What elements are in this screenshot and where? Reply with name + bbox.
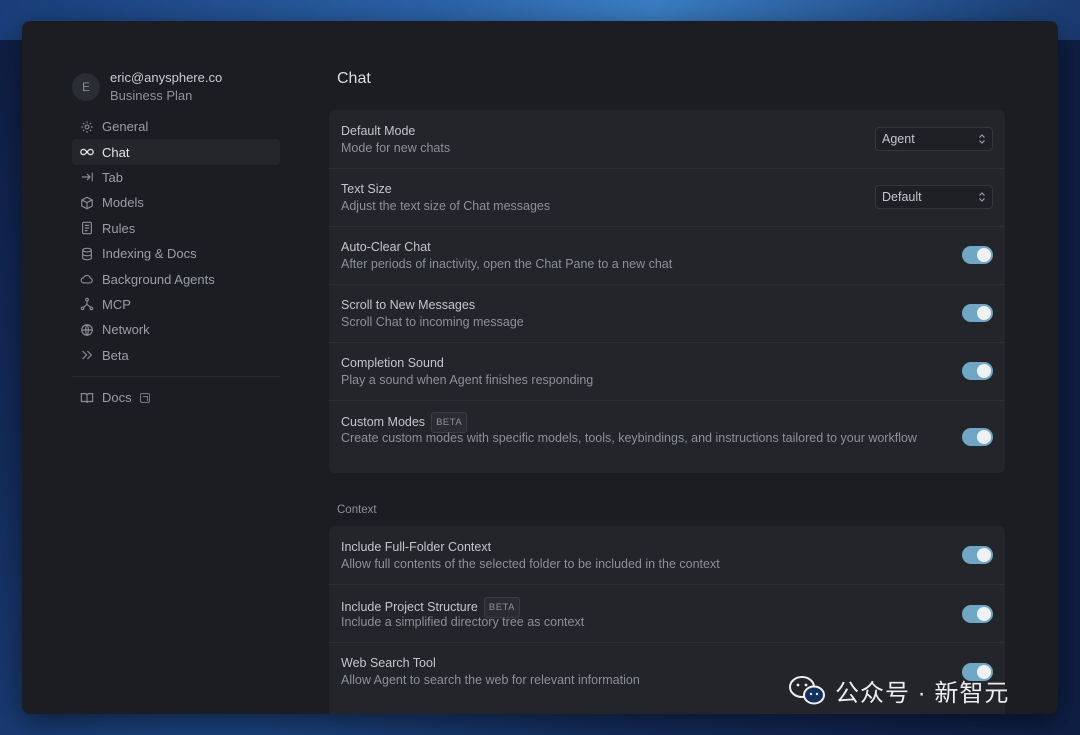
gear-icon bbox=[81, 121, 93, 133]
setting-custom-modes: Custom Modes BETA Create custom modes wi… bbox=[329, 400, 1005, 473]
page-title: Chat bbox=[337, 70, 371, 87]
setting-description: Include a simplified directory tree as c… bbox=[341, 615, 585, 629]
setting-description: Play a sound when Agent finishes respond… bbox=[341, 373, 594, 387]
sidebar-item-label: Background Agents bbox=[102, 271, 215, 287]
completion-sound-toggle[interactable] bbox=[962, 362, 993, 380]
setting-description: Allow full contents of the selected fold… bbox=[341, 557, 720, 571]
watermark: 公众号 · 新智元 bbox=[787, 673, 1009, 708]
setting-title: Completion Sound bbox=[341, 356, 444, 370]
setting-include-project-structure: Include Project Structure BETA Include a… bbox=[329, 584, 1005, 642]
sidebar-item-tab[interactable]: Tab bbox=[72, 165, 280, 190]
globe-icon bbox=[81, 323, 93, 336]
setting-auto-clear-chat: Auto-Clear Chat After periods of inactiv… bbox=[329, 226, 1005, 284]
infinity-icon bbox=[80, 148, 94, 156]
setting-description: Create custom modes with specific models… bbox=[341, 431, 917, 445]
sidebar-item-label: MCP bbox=[102, 296, 131, 312]
include-project-structure-toggle[interactable] bbox=[962, 605, 993, 623]
tab-arrow-icon bbox=[81, 173, 93, 182]
chevron-up-down-icon bbox=[979, 134, 985, 144]
sidebar-item-indexing-docs[interactable]: Indexing & Docs bbox=[72, 241, 280, 266]
default-mode-select[interactable]: Agent bbox=[875, 127, 993, 151]
section-label-context: Context bbox=[337, 504, 377, 516]
main-content: Chat Default Mode Mode for new chats Age… bbox=[329, 21, 1005, 714]
sidebar-item-docs[interactable]: Docs bbox=[72, 385, 280, 410]
sidebar-item-label: General bbox=[102, 119, 149, 135]
sidebar-item-models[interactable]: Models bbox=[72, 190, 280, 215]
sidebar-item-label: Tab bbox=[102, 169, 123, 185]
document-icon bbox=[82, 221, 92, 235]
book-icon bbox=[80, 392, 94, 403]
setting-title: Text Size bbox=[341, 182, 392, 196]
external-link-icon bbox=[139, 392, 150, 403]
cube-icon bbox=[81, 196, 93, 210]
sidebar-item-label: Docs bbox=[102, 390, 132, 406]
sidebar-item-label: Chat bbox=[102, 144, 130, 160]
custom-modes-toggle[interactable] bbox=[962, 428, 993, 446]
sidebar-item-beta[interactable]: Beta bbox=[72, 343, 280, 368]
sidebar-item-general[interactable]: General bbox=[72, 114, 280, 139]
sidebar-item-label: Rules bbox=[102, 220, 136, 236]
select-value: Agent bbox=[882, 132, 915, 146]
setting-title-text: Custom Modes bbox=[341, 415, 426, 429]
chevron-up-down-icon bbox=[979, 192, 985, 202]
scroll-to-new-messages-toggle[interactable] bbox=[962, 304, 993, 322]
setting-title: Default Mode bbox=[341, 124, 416, 138]
sidebar-nav: General Chat Tab Models Rules Indexing &… bbox=[72, 114, 280, 410]
sidebar-item-label: Beta bbox=[102, 347, 129, 363]
setting-completion-sound: Completion Sound Play a sound when Agent… bbox=[329, 342, 1005, 400]
setting-text-size: Text Size Adjust the text size of Chat m… bbox=[329, 168, 1005, 226]
wechat-icon bbox=[789, 675, 825, 704]
sidebar-item-label: Indexing & Docs bbox=[102, 246, 197, 262]
setting-scroll-to-new-messages: Scroll to New Messages Scroll Chat to in… bbox=[329, 284, 1005, 342]
user-profile[interactable]: E eric@anysphere.co Business Plan bbox=[72, 69, 222, 105]
select-value: Default bbox=[882, 190, 922, 204]
setting-title: Web Search Tool bbox=[341, 656, 436, 670]
sidebar: E eric@anysphere.co Business Plan Genera… bbox=[22, 21, 302, 714]
setting-title: Include Full-Folder Context bbox=[341, 540, 492, 554]
sidebar-item-label: Models bbox=[102, 195, 144, 211]
setting-title: Auto-Clear Chat bbox=[341, 240, 431, 254]
sidebar-item-mcp[interactable]: MCP bbox=[72, 292, 280, 317]
setting-include-full-folder-context: Include Full-Folder Context Allow full c… bbox=[329, 526, 1005, 584]
setting-title: Scroll to New Messages bbox=[341, 298, 476, 312]
sidebar-item-rules[interactable]: Rules bbox=[72, 216, 280, 241]
settings-window: E eric@anysphere.co Business Plan Genera… bbox=[22, 21, 1058, 714]
double-chevron-icon bbox=[82, 350, 93, 360]
sidebar-divider bbox=[72, 375, 280, 377]
chat-settings-card: Default Mode Mode for new chats Agent Te… bbox=[329, 110, 1005, 473]
include-full-folder-context-toggle[interactable] bbox=[962, 546, 993, 564]
setting-default-mode: Default Mode Mode for new chats Agent bbox=[329, 110, 1005, 168]
cloud-icon bbox=[80, 274, 93, 284]
user-email: eric@anysphere.co bbox=[110, 70, 223, 85]
network-nodes-icon bbox=[80, 298, 94, 311]
setting-description: Scroll Chat to incoming message bbox=[341, 315, 524, 329]
sidebar-item-network[interactable]: Network bbox=[72, 317, 280, 342]
sidebar-item-chat[interactable]: Chat bbox=[72, 139, 280, 165]
text-size-select[interactable]: Default bbox=[875, 185, 993, 209]
auto-clear-chat-toggle[interactable] bbox=[962, 246, 993, 264]
watermark-text: 公众号 · 新智元 bbox=[835, 680, 1010, 707]
avatar: E bbox=[72, 73, 100, 101]
setting-description: After periods of inactivity, open the Ch… bbox=[341, 257, 673, 271]
setting-description: Adjust the text size of Chat messages bbox=[341, 199, 551, 213]
user-plan: Business Plan bbox=[110, 88, 193, 103]
database-icon bbox=[82, 247, 92, 260]
sidebar-item-label: Network bbox=[102, 322, 150, 338]
sidebar-item-background-agents[interactable]: Background Agents bbox=[72, 266, 280, 291]
setting-description: Mode for new chats bbox=[341, 141, 451, 155]
